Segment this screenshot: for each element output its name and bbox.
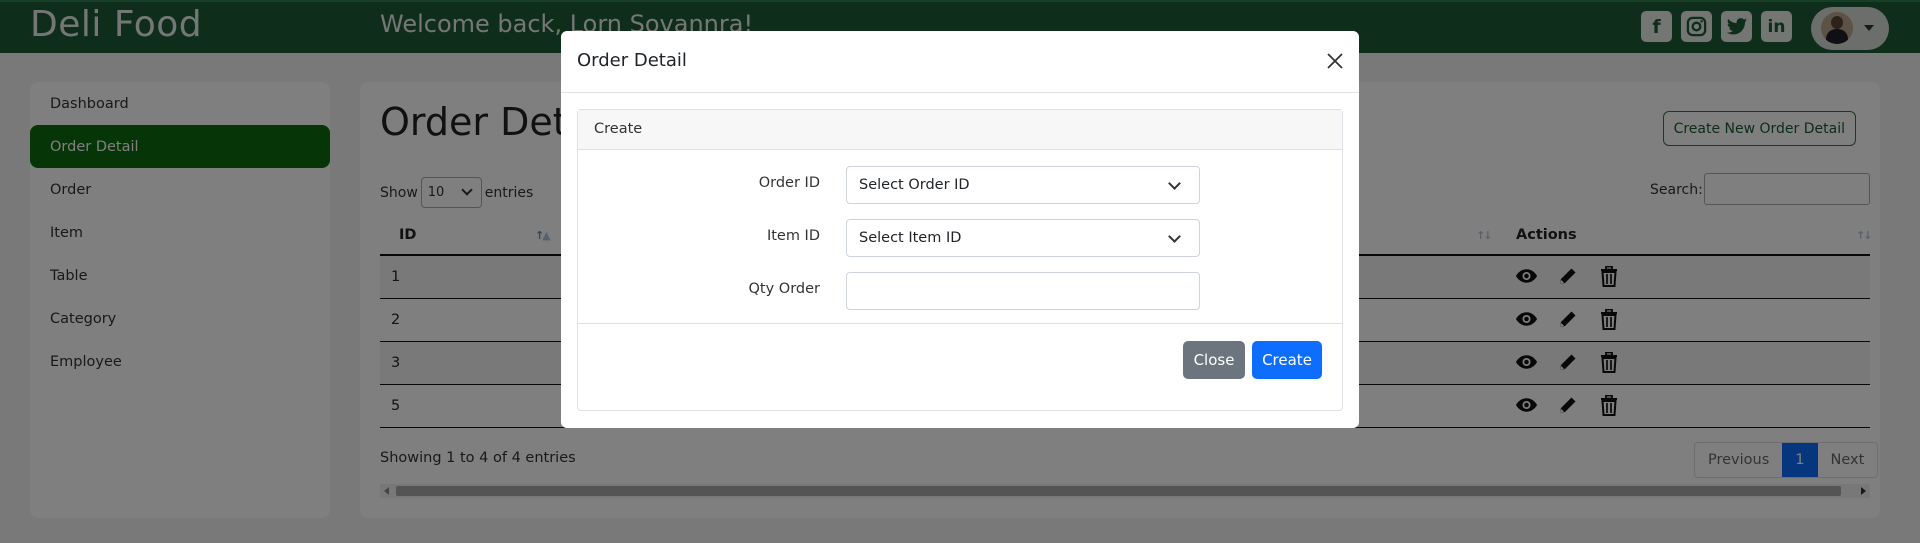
qty-order-input[interactable]	[846, 272, 1200, 310]
modal-title: Order Detail	[577, 50, 687, 71]
create-button[interactable]: Create	[1252, 341, 1322, 379]
item-id-label: Item ID	[766, 228, 820, 244]
order-id-select[interactable]: Select Order ID	[846, 166, 1200, 204]
chevron-down-icon	[1168, 177, 1181, 190]
order-detail-modal: Order Detail Create Order ID Select Orde…	[561, 31, 1359, 428]
order-id-select-value: Select Order ID	[859, 177, 970, 193]
chevron-down-icon	[1168, 230, 1181, 243]
modal-header: Order Detail	[561, 31, 1359, 93]
close-button[interactable]: Close	[1183, 341, 1245, 379]
item-id-select-value: Select Item ID	[859, 230, 962, 246]
divider	[578, 323, 1342, 324]
order-id-label: Order ID	[758, 175, 820, 191]
close-icon[interactable]	[1325, 51, 1345, 71]
card-title: Create	[594, 121, 643, 137]
item-id-select[interactable]: Select Item ID	[846, 219, 1200, 257]
qty-order-label: Qty Order	[748, 281, 821, 297]
card-header: Create	[578, 110, 1342, 150]
create-card: Create Order ID Select Order ID Item ID …	[577, 109, 1343, 411]
